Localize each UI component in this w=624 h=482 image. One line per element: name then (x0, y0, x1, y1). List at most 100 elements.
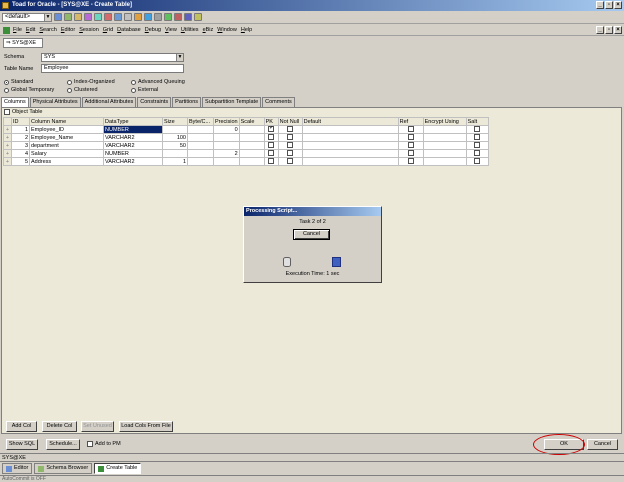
checkbox-icon[interactable] (287, 158, 294, 165)
import-icon[interactable] (144, 13, 152, 21)
schedule-button[interactable]: Schedule... (46, 439, 80, 450)
cell-encrypt-using[interactable] (422, 141, 467, 150)
cell-encrypt-using[interactable] (422, 157, 467, 166)
col-header-pk[interactable]: PK (263, 117, 279, 126)
checkbox-icon[interactable] (407, 134, 414, 141)
cell-salt[interactable] (465, 149, 489, 158)
radio-clustered[interactable]: Clustered (67, 87, 98, 93)
cell-id[interactable]: 4 (11, 149, 30, 158)
cell-size[interactable] (162, 125, 188, 134)
radio-external[interactable]: External (131, 87, 158, 93)
minimize-icon[interactable]: _ (596, 1, 604, 9)
cell-salt[interactable] (465, 157, 489, 166)
cell-column-name[interactable]: Employee_Name (29, 133, 104, 142)
cell-id[interactable]: 1 (11, 125, 30, 134)
cell-not-null[interactable] (277, 149, 303, 158)
cell-scale[interactable] (238, 157, 265, 166)
restore-icon[interactable]: ▫ (605, 1, 613, 9)
menu-edit[interactable]: Edit (26, 27, 35, 33)
menu-search[interactable]: Search (39, 27, 56, 33)
cell-column-name[interactable]: Salary (29, 149, 104, 158)
database-monitor-icon[interactable] (104, 13, 112, 21)
radio-standard[interactable]: Standard (4, 79, 33, 85)
table-row[interactable]: +1 Employee_ID NUMBER 0 (3, 125, 489, 134)
tab-additional-attributes[interactable]: Additional Attributes (81, 97, 137, 107)
connection-tab[interactable]: ⇒ SYS@XE (3, 38, 43, 48)
checkbox-icon[interactable] (268, 158, 275, 165)
cell-datatype[interactable]: NUMBER (103, 125, 163, 134)
cell-default[interactable] (301, 149, 399, 158)
menu-help[interactable]: Help (241, 27, 252, 33)
schema-select[interactable]: SYS ▼ (41, 53, 184, 62)
options-icon[interactable] (154, 13, 162, 21)
cell-size[interactable]: 1 (162, 157, 188, 166)
cell-default[interactable] (301, 157, 399, 166)
cell-scale[interactable] (238, 125, 265, 134)
cell-precision[interactable]: 2 (213, 149, 240, 158)
checkbox-icon[interactable] (474, 134, 481, 141)
task-editor[interactable]: Editor (2, 463, 33, 474)
task-create-table[interactable]: Create Table (94, 463, 142, 474)
cell-pk[interactable] (263, 157, 279, 166)
chevron-down-icon[interactable]: ▼ (176, 54, 183, 61)
cell-ref[interactable] (397, 141, 424, 150)
checkbox-icon[interactable] (287, 142, 294, 149)
checkbox-icon[interactable] (407, 142, 414, 149)
tab-physical-attributes[interactable]: Physical Attributes (29, 97, 81, 107)
cell-id[interactable]: 2 (11, 133, 30, 142)
cell-pk[interactable] (263, 125, 279, 134)
checkbox-icon[interactable] (407, 158, 414, 165)
chevron-down-icon[interactable]: ▼ (44, 13, 51, 21)
object-table-checkbox[interactable]: Object Table (4, 109, 42, 115)
cell-byte-char[interactable] (187, 125, 214, 134)
commit-icon[interactable] (184, 13, 192, 21)
cell-ref[interactable] (397, 125, 424, 134)
table-row[interactable]: +3 department VARCHAR2 50 (3, 141, 489, 150)
table-row[interactable]: +2 Employee_Name VARCHAR2 100 (3, 133, 489, 142)
cell-datatype[interactable]: VARCHAR2 (103, 133, 163, 142)
mdi-close-icon[interactable]: × (614, 26, 622, 34)
checkbox-icon[interactable] (268, 142, 275, 149)
rollback-icon[interactable] (194, 13, 202, 21)
cell-default[interactable] (301, 125, 399, 134)
add-col-button[interactable]: Add Col (6, 421, 37, 432)
cell-size[interactable]: 50 (162, 141, 188, 150)
checkbox-icon[interactable] (407, 150, 414, 157)
col-header-ref[interactable]: Ref (397, 117, 424, 126)
profile-combo[interactable]: <default> ▼ (2, 12, 52, 22)
checkbox-icon[interactable] (474, 126, 481, 133)
menu-window[interactable]: Window (217, 27, 237, 33)
cell-column-name[interactable]: department (29, 141, 104, 150)
cell-encrypt-using[interactable] (422, 133, 467, 142)
menu-file[interactable]: File (13, 27, 22, 33)
radio-global-temporary[interactable]: Global Temporary (4, 87, 54, 93)
sga-trace-icon[interactable] (94, 13, 102, 21)
cell-pk[interactable] (263, 141, 279, 150)
cell-ref[interactable] (397, 149, 424, 158)
cell-scale[interactable] (238, 141, 265, 150)
tools-icon[interactable] (124, 13, 132, 21)
cell-ref[interactable] (397, 157, 424, 166)
radio-index-organized[interactable]: Index-Organized (67, 79, 115, 85)
cell-scale[interactable] (238, 149, 265, 158)
table-row[interactable]: +5 Address VARCHAR2 1 (3, 157, 489, 166)
cell-id[interactable]: 3 (11, 141, 30, 150)
col-header-size[interactable]: Size (162, 117, 188, 126)
cell-column-name[interactable]: Address (29, 157, 104, 166)
delete-col-button[interactable]: Delete Col (42, 421, 77, 432)
task-schema-browser[interactable]: Schema Browser (34, 463, 93, 474)
cancel-button[interactable]: Cancel (587, 439, 618, 450)
menu-grid[interactable]: Grid (103, 27, 113, 33)
col-header-salt[interactable]: Salt (465, 117, 489, 126)
dialog-cancel-button[interactable]: Cancel (293, 229, 330, 240)
schema-browser-icon[interactable] (64, 13, 72, 21)
tab-constraints[interactable]: Constraints (137, 97, 172, 107)
close-icon[interactable]: × (614, 1, 622, 9)
row-handle-icon[interactable]: + (3, 133, 12, 142)
cell-salt[interactable] (465, 141, 489, 150)
cell-not-null[interactable] (277, 125, 303, 134)
procedure-editor-icon[interactable] (84, 13, 92, 21)
row-handle-icon[interactable]: + (3, 149, 12, 158)
set-unused-button[interactable]: Set Unused (81, 421, 114, 432)
menu-session[interactable]: Session (79, 27, 99, 33)
